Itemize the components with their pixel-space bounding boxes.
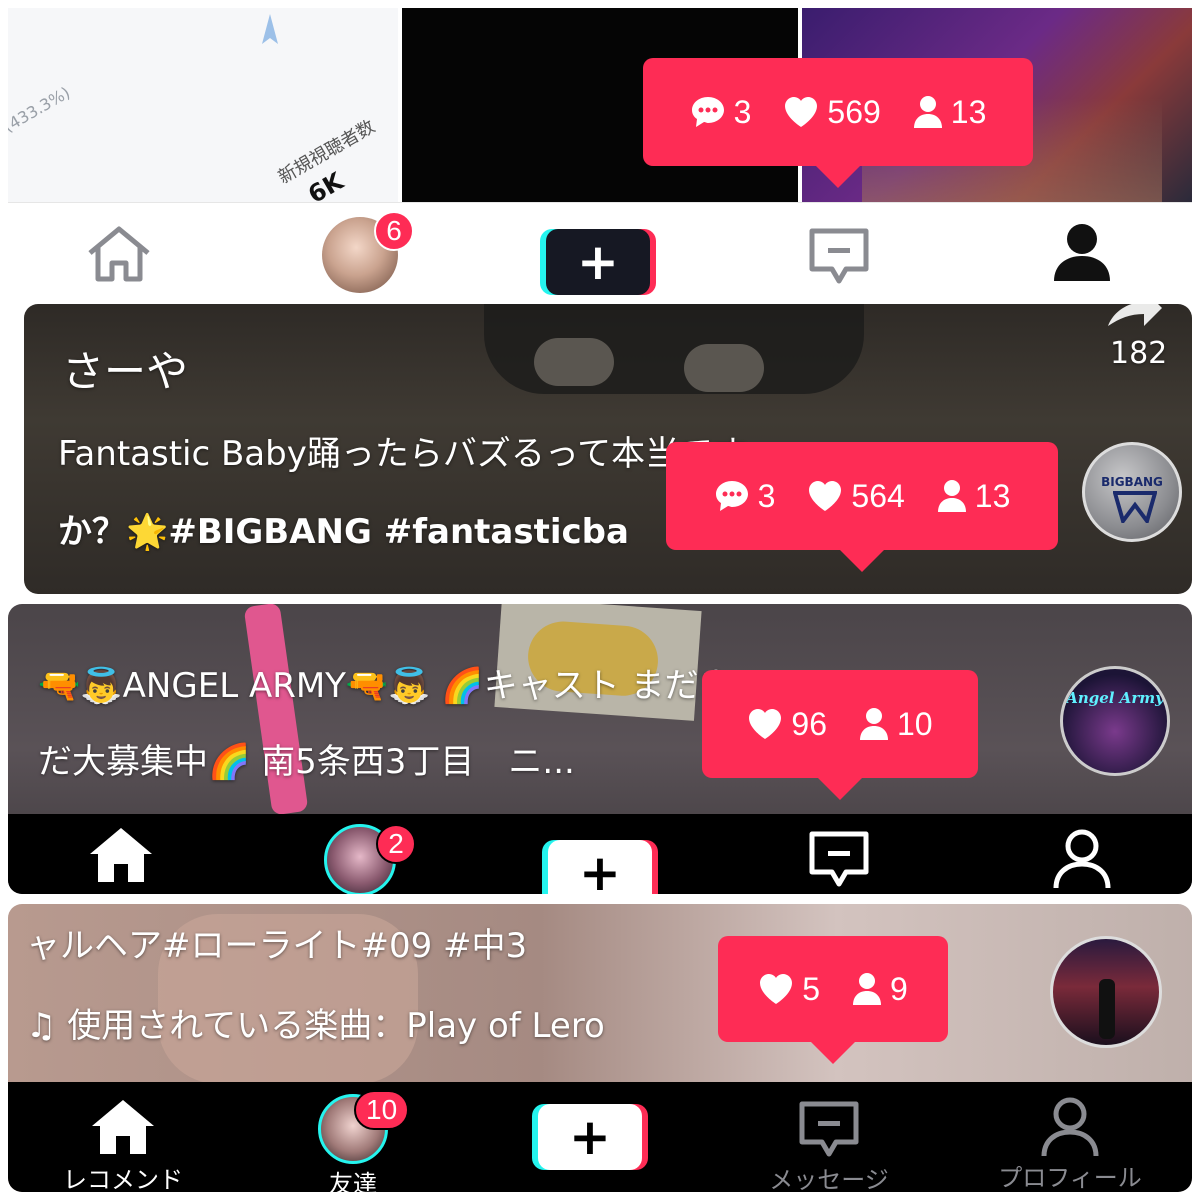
nav-inbox-label: メッセージ [769, 1166, 889, 1192]
screenshot-panel-3: 🔫👼ANGEL ARMY🔫👼 🌈キャスト まだま だ大募集中🌈 南5条西3丁目 … [8, 604, 1192, 894]
like-count: 96 [791, 705, 827, 742]
paper-plane-icon [258, 14, 282, 54]
inbox-icon [809, 831, 869, 887]
plus-icon: + [579, 844, 621, 894]
nav-profile[interactable] [1052, 828, 1112, 890]
notification-bubble: 3 564 13 [666, 442, 1058, 572]
create-button[interactable]: + [542, 840, 658, 894]
comment-count: 3 [733, 93, 752, 130]
person-icon [853, 973, 881, 1005]
video-caption-line-1[interactable]: Fantastic Baby踊ったらバズるって本当です [58, 426, 747, 475]
background-pink-strap [243, 604, 309, 816]
person-icon [913, 96, 942, 128]
avatar-logo-text: BIGBANG [1101, 475, 1163, 489]
nav-profile-label: プロフィール [998, 1164, 1142, 1192]
video-caption-line-2[interactable]: ♫ 使用されている楽曲：Play of Lero [26, 998, 605, 1047]
nav-home[interactable]: レコメンド [48, 1096, 198, 1192]
person-icon [860, 708, 888, 740]
nav-home[interactable] [84, 225, 154, 283]
like-count: 564 [851, 477, 905, 514]
screenshot-panel-2: さーや Fantastic Baby踊ったらバズるって本当です か？🌟#BIGB… [24, 304, 1192, 594]
video-caption-line-1[interactable]: ャルヘア#ローライト#09 #中3 [26, 918, 527, 967]
video-username[interactable]: さーや [62, 338, 188, 399]
video-caption-line-2[interactable]: だ大募集中🌈 南5条西3丁目 ニ... [38, 734, 575, 783]
screenshot-panel-1: (433.3%) 新規視聴者数 6K 3 569 13 6 + [8, 8, 1192, 300]
follower-count: 10 [897, 705, 933, 742]
avatar-logo-text: Angel Army [1066, 689, 1164, 707]
nav-home[interactable] [86, 824, 156, 884]
follower-stat: 13 [937, 477, 1011, 515]
video-caption-line-1[interactable]: 🔫👼ANGEL ARMY🔫👼 🌈キャスト まだま [38, 658, 732, 707]
follower-stat: 9 [852, 971, 908, 1008]
like-stat: 5 [758, 971, 820, 1008]
follower-count: 9 [890, 970, 908, 1007]
screenshot-panel-4: ャルヘア#ローライト#09 #中3 ♫ 使用されている楽曲：Play of Le… [8, 904, 1192, 1192]
comment-count: 3 [757, 477, 776, 514]
heart-icon [749, 709, 782, 739]
background-knob-right [684, 344, 764, 392]
friends-badge: 2 [376, 824, 416, 864]
comment-icon [715, 481, 748, 511]
notification-bubble: 3 569 13 [643, 58, 1033, 188]
like-count: 569 [827, 93, 881, 130]
notification-bubble: 5 9 [718, 936, 948, 1064]
share-icon[interactable] [1104, 304, 1164, 330]
plus-icon: + [569, 1108, 611, 1166]
profile-outline-icon [1041, 1097, 1099, 1157]
avatar-figure [1099, 979, 1115, 1039]
friends-badge: 6 [374, 211, 414, 251]
follower-stat: 10 [859, 706, 933, 743]
follower-stat: 13 [913, 93, 987, 131]
heart-icon [785, 97, 818, 127]
like-stat: 564 [807, 477, 905, 515]
create-button[interactable]: + [540, 229, 656, 295]
heart-icon [809, 481, 842, 511]
background-knob-left [534, 338, 614, 386]
notification-bubble: 96 10 [702, 670, 978, 800]
like-count: 5 [802, 970, 820, 1007]
comment-icon [691, 97, 724, 127]
nav-profile[interactable] [1052, 221, 1112, 283]
like-stat: 96 [747, 706, 827, 743]
bigbang-crown-icon [1113, 491, 1157, 523]
like-stat: 569 [783, 93, 881, 131]
bottom-nav-dark-labeled: レコメンド 友達 10 + メッセージ プロフィール [8, 1082, 1192, 1192]
nav-friends-label: 友達 [329, 1170, 377, 1192]
home-filled-icon [90, 828, 152, 882]
home-outline-icon [88, 226, 150, 282]
person-icon [937, 480, 966, 512]
comment-stat: 3 [690, 93, 752, 131]
bottom-nav-dark: 2 + [8, 814, 1192, 894]
video-caption-line-2[interactable]: か？🌟#BIGBANG #fantasticba [58, 504, 629, 553]
create-button[interactable]: + [532, 1104, 648, 1170]
creator-avatar-music[interactable] [1050, 936, 1162, 1048]
inbox-icon [809, 228, 869, 284]
comment-stat: 3 [714, 477, 776, 515]
friends-badge: 10 [354, 1090, 410, 1130]
profile-filled-icon [1054, 224, 1110, 281]
creator-avatar-bigbang[interactable]: BIGBANG [1082, 442, 1182, 542]
bottom-nav-light: 6 + [8, 202, 1192, 300]
analytics-thumbnail[interactable]: (433.3%) 新規視聴者数 6K [8, 8, 398, 209]
follower-count: 13 [974, 477, 1011, 514]
nav-inbox[interactable] [806, 828, 872, 890]
analytics-percent: (433.3%) [8, 82, 74, 137]
nav-home-label: レコメンド [63, 1166, 183, 1192]
plus-icon: + [577, 233, 619, 291]
follower-count: 13 [950, 93, 987, 130]
inbox-icon [799, 1101, 859, 1157]
heart-icon [760, 974, 793, 1004]
profile-outline-icon [1053, 829, 1111, 889]
nav-profile[interactable]: プロフィール [990, 1096, 1150, 1192]
creator-avatar-angel-army[interactable]: Angel Army [1060, 666, 1170, 776]
nav-inbox[interactable]: メッセージ [754, 1098, 904, 1192]
nav-inbox[interactable] [806, 225, 872, 287]
home-filled-icon [92, 1100, 154, 1154]
share-count: 182 [1110, 336, 1168, 371]
